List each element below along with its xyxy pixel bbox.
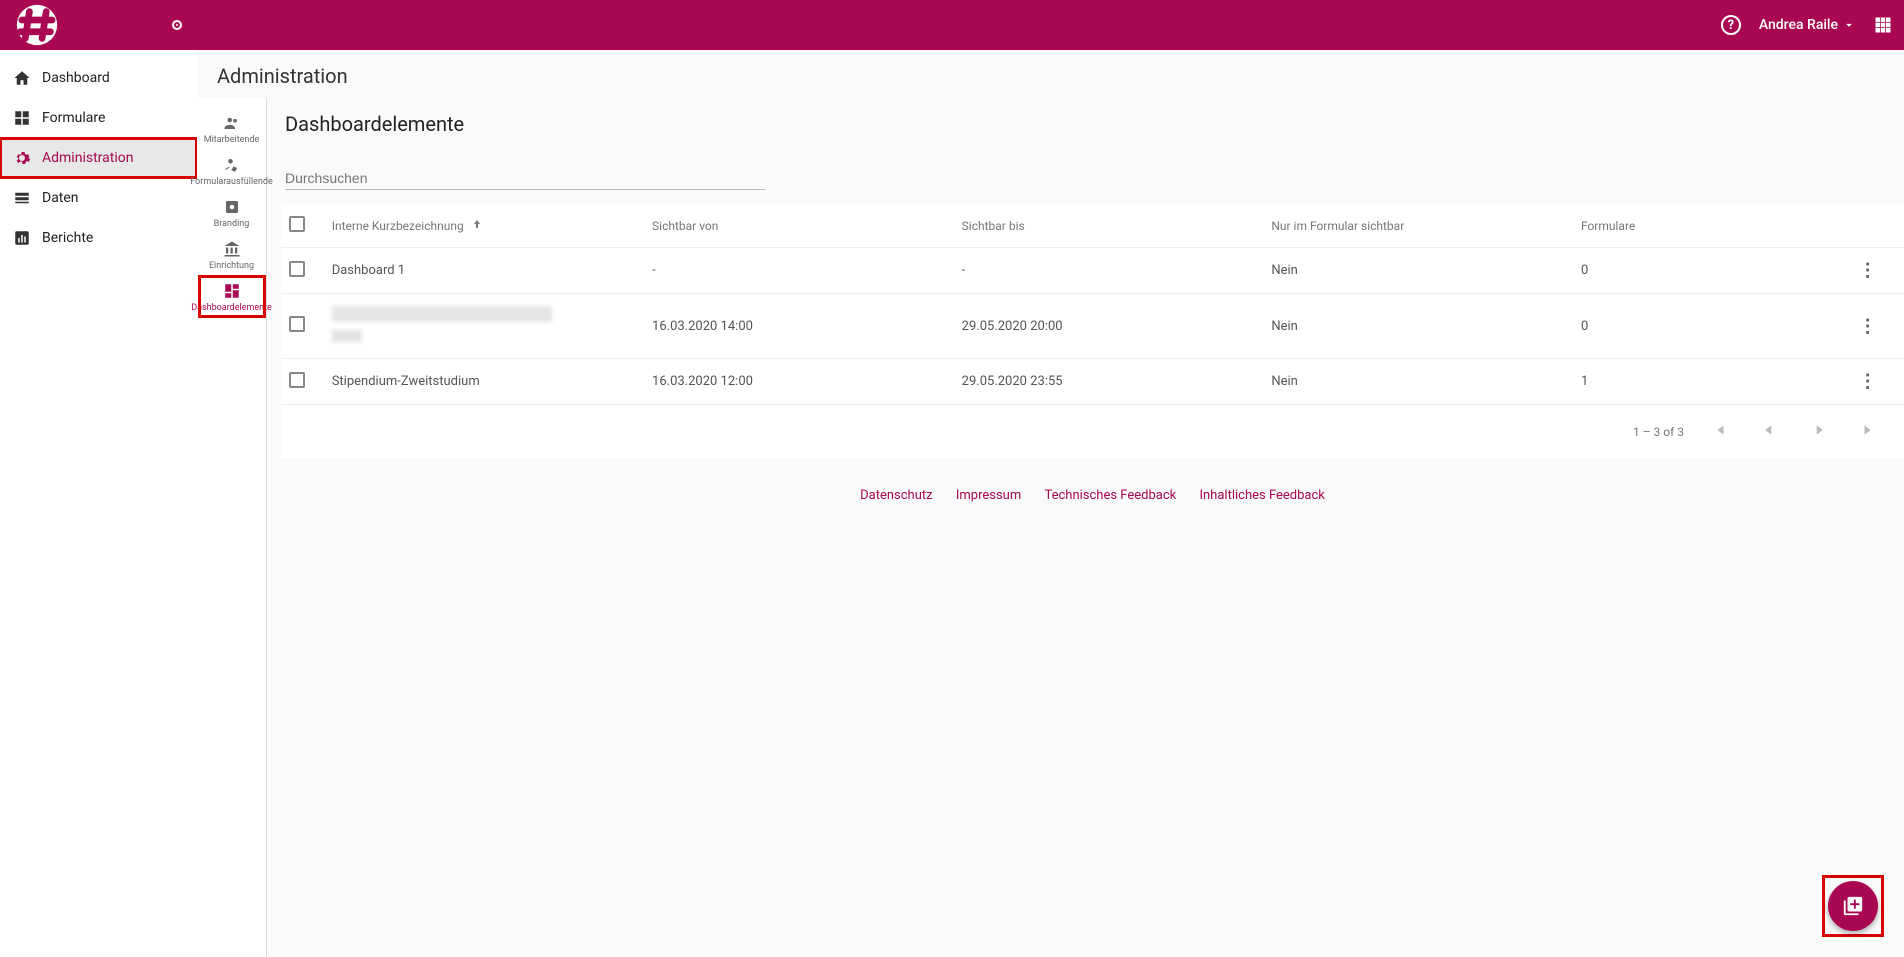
- dashboard-elements-table: Interne Kurzbezeichnung Sichtbar von Sic…: [281, 204, 1904, 405]
- col-header-only[interactable]: Nur im Formular sichtbar: [1263, 204, 1573, 248]
- footer-link-impressum[interactable]: Impressum: [956, 488, 1021, 503]
- cell-bis: -: [954, 248, 1264, 294]
- sidebar-item-dashboard[interactable]: Dashboard: [0, 58, 197, 98]
- subnav-label: Mitarbeitende: [204, 136, 260, 146]
- table-row[interactable]: Stipendium-Zweitstudium 16.03.2020 12:002…: [281, 359, 1904, 405]
- data-icon: [12, 188, 32, 208]
- footer-link-tech-feedback[interactable]: Technisches Feedback: [1044, 488, 1176, 503]
- admin-sub-sidebar: Mitarbeitende Formularausfüllende Brandi…: [197, 98, 267, 957]
- row-checkbox[interactable]: [289, 372, 305, 388]
- next-page-button[interactable]: [1804, 421, 1834, 442]
- page-title: Administration: [197, 50, 1904, 98]
- cell-forms: 0: [1573, 248, 1851, 294]
- cell-only: Nein: [1263, 248, 1573, 294]
- forms-icon: [12, 108, 32, 128]
- institution-icon: [223, 240, 241, 258]
- app-logo: [12, 0, 62, 50]
- search-input[interactable]: [285, 170, 765, 186]
- cell-von: 16.03.2020 14:00: [644, 294, 954, 359]
- footer-links: Datenschutz Impressum Technisches Feedba…: [281, 458, 1904, 533]
- pagination: 1 – 3 of 3: [281, 405, 1904, 458]
- user-menu[interactable]: Andrea Raile: [1759, 17, 1856, 33]
- cell-name: Stipendium-Zweitstudium: [332, 374, 480, 389]
- gear-icon: [12, 148, 32, 168]
- row-more-menu[interactable]: ⋮: [1859, 316, 1877, 337]
- first-page-button[interactable]: [1704, 421, 1734, 442]
- reports-icon: [12, 228, 32, 248]
- row-more-menu[interactable]: ⋮: [1859, 371, 1877, 392]
- prev-page-button[interactable]: [1754, 421, 1784, 442]
- select-all-checkbox[interactable]: [289, 216, 305, 232]
- home-icon: [12, 68, 32, 88]
- chevron-down-icon: [1842, 18, 1856, 32]
- sidebar-item-berichte[interactable]: Berichte: [0, 218, 197, 258]
- apps-icon[interactable]: [1874, 16, 1892, 34]
- sidebar-item-label: Berichte: [42, 230, 93, 246]
- branding-icon: [223, 198, 241, 216]
- cell-only: Nein: [1263, 359, 1573, 405]
- status-dot-icon: [172, 20, 182, 30]
- cell-forms: 1: [1573, 359, 1851, 405]
- cell-name: Dashboard 1: [332, 263, 405, 278]
- redacted-text: [332, 306, 552, 322]
- last-page-button[interactable]: [1854, 421, 1884, 442]
- sidebar-item-label: Administration: [42, 150, 133, 166]
- sidebar-item-label: Daten: [42, 190, 79, 206]
- section-title: Dashboardelemente: [281, 98, 1904, 166]
- row-checkbox[interactable]: [289, 316, 305, 332]
- col-header-forms[interactable]: Formulare: [1573, 204, 1851, 248]
- cell-forms: 0: [1573, 294, 1851, 359]
- subnav-label: Formularausfüllende: [190, 178, 272, 188]
- subnav-mitarbeitende[interactable]: Mitarbeitende: [199, 108, 265, 150]
- pagination-label: 1 – 3 of 3: [1633, 425, 1684, 439]
- sidebar-item-label: Formulare: [42, 110, 105, 126]
- subnav-label: Einrichtung: [209, 262, 254, 272]
- person-edit-icon: [223, 156, 241, 174]
- user-name-label: Andrea Raile: [1759, 17, 1838, 33]
- subnav-branding[interactable]: Branding: [199, 192, 265, 234]
- cell-von: 16.03.2020 12:00: [644, 359, 954, 405]
- sidebar-item-daten[interactable]: Daten: [0, 178, 197, 218]
- subnav-label: Dashboardelemente: [191, 304, 272, 314]
- cell-only: Nein: [1263, 294, 1573, 359]
- cell-bis: 29.05.2020 23:55: [954, 359, 1264, 405]
- subnav-formularausfuellende[interactable]: Formularausfüllende: [199, 150, 265, 192]
- col-header-von[interactable]: Sichtbar von: [644, 204, 954, 248]
- footer-link-content-feedback[interactable]: Inhaltliches Feedback: [1199, 488, 1324, 503]
- col-header-name[interactable]: Interne Kurzbezeichnung: [324, 204, 644, 248]
- subnav-dashboardelemente[interactable]: Dashboardelemente: [199, 276, 265, 318]
- subnav-einrichtung[interactable]: Einrichtung: [199, 234, 265, 276]
- sort-asc-icon: [471, 218, 483, 230]
- row-more-menu[interactable]: ⋮: [1859, 260, 1877, 281]
- table-row[interactable]: Dashboard 1--Nein0⋮: [281, 248, 1904, 294]
- col-header-bis[interactable]: Sichtbar bis: [954, 204, 1264, 248]
- search-field-wrap: [285, 166, 765, 190]
- row-checkbox[interactable]: [289, 261, 305, 277]
- redacted-text: [332, 330, 362, 342]
- cell-bis: 29.05.2020 20:00: [954, 294, 1264, 359]
- sidebar-item-administration[interactable]: Administration: [0, 138, 197, 178]
- add-element-fab[interactable]: [1828, 881, 1878, 931]
- sidebar-item-label: Dashboard: [42, 70, 110, 86]
- fab-highlight: [1822, 875, 1884, 937]
- add-collection-icon: [1842, 895, 1864, 917]
- main-sidebar: Dashboard Formulare Administration Daten…: [0, 50, 197, 957]
- cell-von: -: [644, 248, 954, 294]
- sidebar-item-formulare[interactable]: Formulare: [0, 98, 197, 138]
- table-row[interactable]: 16.03.2020 14:0029.05.2020 20:00Nein0 ⋮: [281, 294, 1904, 359]
- footer-link-datenschutz[interactable]: Datenschutz: [860, 488, 932, 503]
- dashboard-icon: [223, 282, 241, 300]
- app-header: ? Andrea Raile: [0, 0, 1904, 50]
- people-icon: [223, 114, 241, 132]
- subnav-label: Branding: [214, 220, 250, 230]
- help-icon[interactable]: ?: [1721, 15, 1741, 35]
